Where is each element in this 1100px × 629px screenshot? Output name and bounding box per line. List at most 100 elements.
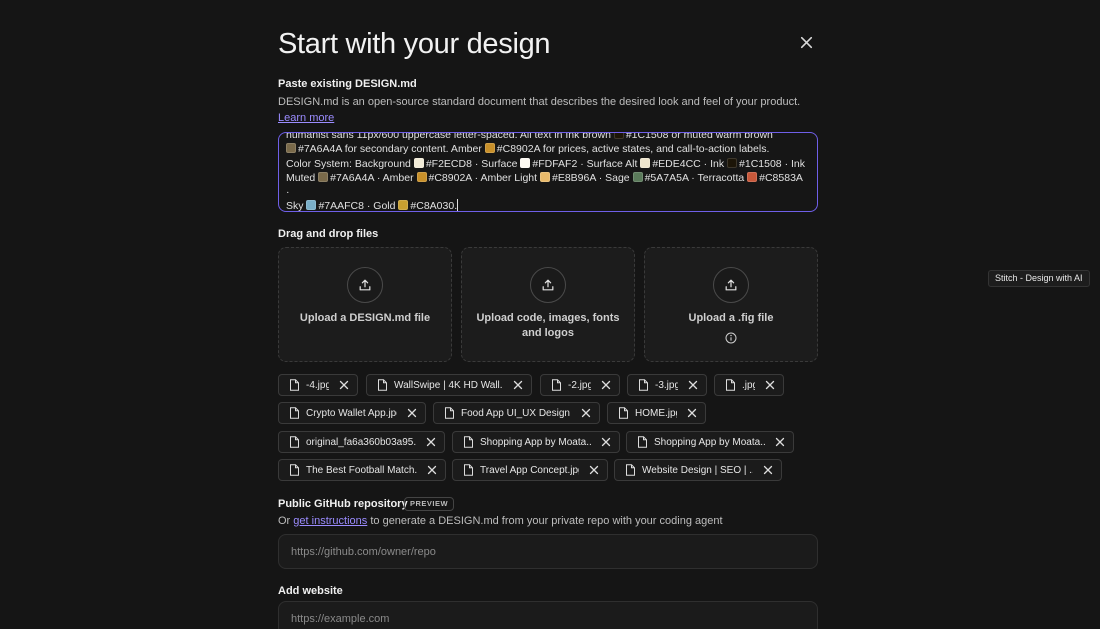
text-segment: #1C1508 · Ink	[739, 157, 805, 170]
file-chip: The Best Football Match...	[278, 459, 446, 481]
close-icon[interactable]	[798, 34, 815, 51]
file-chip: Food App UI_UX Design ...	[433, 402, 600, 424]
remove-file-icon[interactable]	[426, 437, 436, 447]
color-swatch	[640, 157, 651, 168]
github-desc-prefix: Or	[278, 515, 291, 527]
upload-zone-label: Upload code, images, fonts and logos	[476, 312, 620, 339]
upload-icon	[347, 267, 383, 303]
remove-file-icon[interactable]	[601, 380, 611, 390]
color-swatch	[484, 143, 495, 154]
file-icon	[378, 379, 387, 391]
github-desc-suffix: to generate a DESIGN.md from your privat…	[370, 515, 723, 527]
file-name: Travel App Concept.jpg	[480, 464, 579, 476]
remove-file-icon[interactable]	[687, 408, 697, 418]
text-segment: #7A6A4A · Amber	[330, 171, 414, 184]
color-swatch	[613, 133, 624, 139]
color-swatch	[398, 200, 409, 211]
remove-file-icon[interactable]	[589, 465, 599, 475]
text-segment: #F2ECD8 · Surface	[425, 157, 518, 170]
upload-design-md-zone[interactable]: Upload a DESIGN.md file	[278, 247, 452, 362]
file-name: -2.jpg	[568, 379, 591, 391]
file-name: The Best Football Match...	[306, 464, 417, 476]
remove-file-icon[interactable]	[763, 465, 773, 475]
file-icon	[290, 379, 299, 391]
text-segment: humanist sans 11px/600 uppercase letter-…	[286, 132, 611, 141]
text-segment: #7AAFC8 · Gold	[318, 200, 396, 212]
remove-file-icon[interactable]	[339, 380, 349, 390]
color-swatch	[520, 157, 531, 168]
file-name: original_fa6a360b03a95...	[306, 436, 416, 448]
remove-file-icon[interactable]	[407, 408, 417, 418]
file-name: -4.jpg	[306, 379, 329, 391]
remove-file-icon[interactable]	[775, 437, 785, 447]
file-chip: Shopping App by Moata...	[626, 431, 794, 453]
text-segment: #E8B96A · Sage	[552, 171, 630, 184]
file-name: Shopping App by Moata...	[480, 436, 591, 448]
upload-zone-label: Upload a .fig file	[688, 312, 774, 324]
upload-assets-zone[interactable]: Upload code, images, fonts and logos	[461, 247, 635, 362]
file-icon	[638, 436, 647, 448]
file-icon	[445, 407, 454, 419]
file-icon	[290, 407, 299, 419]
paste-section-label: Paste existing DESIGN.md	[278, 78, 417, 90]
text-segment: #FDFAF2 · Surface Alt	[532, 157, 638, 170]
file-chip: -3.jpg	[627, 374, 707, 396]
upload-icon	[530, 267, 566, 303]
text-segment: #EDE4CC · Ink	[652, 157, 725, 170]
text-segment: #1C1508 or muted warm brown	[625, 132, 773, 141]
color-swatch	[318, 171, 329, 182]
file-icon	[619, 407, 628, 419]
remove-file-icon[interactable]	[581, 408, 591, 418]
file-icon	[552, 379, 561, 391]
file-icon	[639, 379, 648, 391]
info-icon[interactable]	[725, 332, 737, 344]
file-chip: Travel App Concept.jpg	[452, 459, 608, 481]
remove-file-icon[interactable]	[601, 437, 611, 447]
file-icon	[626, 464, 635, 476]
remove-file-icon[interactable]	[427, 465, 437, 475]
website-section-label: Add website	[278, 585, 343, 597]
text-segment: #C8902A for prices, active states, and c…	[496, 143, 770, 156]
text-caret	[457, 199, 459, 211]
modal-title: Start with your design	[278, 28, 551, 60]
file-icon	[726, 379, 735, 391]
file-chip: .jpg	[714, 374, 784, 396]
remove-file-icon[interactable]	[765, 380, 775, 390]
file-chip: Crypto Wallet App.jpg	[278, 402, 426, 424]
color-swatch	[413, 157, 424, 168]
github-description: Or get instructions to generate a DESIGN…	[278, 513, 818, 529]
upload-fig-zone[interactable]: Upload a .fig file	[644, 247, 818, 362]
color-swatch	[727, 157, 738, 168]
preview-badge: PREVIEW	[404, 497, 455, 511]
github-section-label: Public GitHub repository	[278, 498, 408, 510]
file-name: .jpg	[742, 379, 755, 391]
text-segment: Muted	[286, 171, 316, 184]
text-segment: Sky	[286, 200, 304, 212]
file-chip: -4.jpg	[278, 374, 358, 396]
remove-file-icon[interactable]	[688, 380, 698, 390]
file-icon	[290, 436, 299, 448]
remove-file-icon[interactable]	[513, 380, 523, 390]
github-repo-input[interactable]	[278, 534, 818, 569]
learn-more-link[interactable]: Learn more	[278, 112, 334, 124]
file-chip: HOME.jpg	[607, 402, 706, 424]
get-instructions-link[interactable]: get instructions	[293, 515, 367, 527]
file-name: WallSwipe | 4K HD Wall...	[394, 379, 503, 391]
website-url-input[interactable]	[278, 601, 818, 629]
paste-description-text: DESIGN.md is an open-source standard doc…	[278, 96, 801, 108]
text-segment: Color System: Background	[286, 157, 411, 170]
design-md-textarea[interactable]: humanist sans 11px/600 uppercase letter-…	[278, 132, 818, 212]
color-swatch	[747, 171, 758, 182]
upload-zone-label: Upload a DESIGN.md file	[299, 312, 431, 324]
text-segment: #C8902A · Amber Light	[428, 171, 538, 184]
text-segment: #5A7A5A · Terracotta	[644, 171, 745, 184]
file-chip: Website Design | SEO | ...	[614, 459, 782, 481]
text-segment: #7A6A4A for secondary content. Amber	[298, 143, 482, 156]
upload-icon	[713, 267, 749, 303]
file-chip: WallSwipe | 4K HD Wall...	[366, 374, 532, 396]
app-tooltip: Stitch - Design with AI	[988, 270, 1090, 287]
file-icon	[464, 464, 473, 476]
file-chip: Shopping App by Moata...	[452, 431, 620, 453]
file-name: Website Design | SEO | ...	[642, 464, 753, 476]
file-name: HOME.jpg	[635, 407, 677, 419]
